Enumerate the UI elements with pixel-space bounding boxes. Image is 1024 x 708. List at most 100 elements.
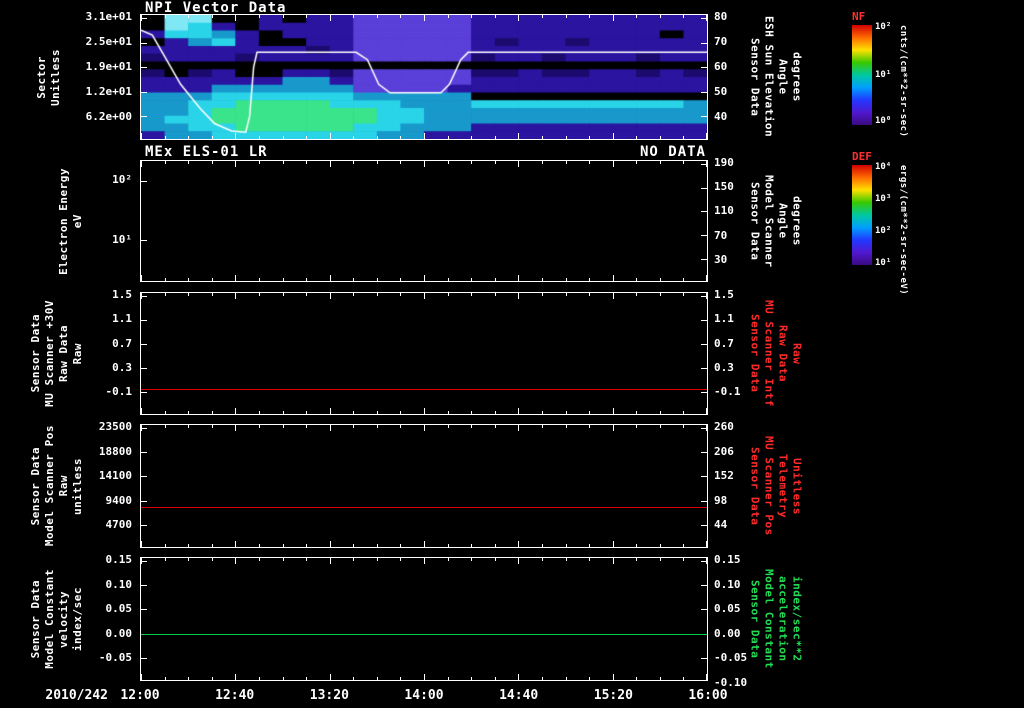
- tick-label: 0.05: [714, 602, 741, 616]
- tick-mark: [701, 319, 707, 321]
- tick-mark: [282, 15, 284, 18]
- tick-mark: [376, 425, 378, 428]
- panel5-right-axis-label: Sensor Data Model Constant acceleration …: [748, 569, 804, 669]
- tick-mark: [659, 293, 661, 296]
- tick-mark: [376, 411, 378, 414]
- tick-mark: [565, 558, 567, 561]
- tick-mark: [376, 136, 378, 139]
- tick-mark: [589, 425, 591, 428]
- tick-mark: [494, 293, 496, 296]
- tick-label: 18800: [98, 444, 132, 458]
- tick-label: 1.5: [112, 287, 132, 301]
- tick-mark: [329, 541, 331, 547]
- tick-mark: [701, 42, 707, 44]
- tick-mark: [141, 452, 147, 454]
- tick-mark: [471, 15, 473, 18]
- tick-mark: [188, 15, 190, 18]
- tick-label: 1.1: [714, 312, 734, 326]
- tick-label: -0.05: [714, 651, 748, 665]
- tick-mark: [494, 278, 496, 281]
- colorbar-tick-label: 10²: [875, 22, 892, 32]
- tick-mark: [400, 411, 402, 414]
- tick-mark: [541, 293, 543, 296]
- colorbar-tick-label: 10⁰: [875, 116, 892, 126]
- tick-mark: [353, 161, 355, 164]
- tick-mark: [471, 425, 473, 428]
- tick-mark: [353, 136, 355, 139]
- tick-mark: [636, 15, 638, 18]
- tick-mark: [211, 293, 213, 296]
- panel4-right-axis-label: Sensor Data MU Scanner Pos Telemetry Uni…: [748, 436, 804, 536]
- tick-mark: [612, 161, 614, 167]
- tick-mark: [141, 585, 147, 587]
- tick-mark: [235, 275, 237, 281]
- tick-mark: [211, 136, 213, 139]
- tick-label: 152: [714, 469, 734, 483]
- tick-mark: [659, 558, 661, 561]
- tick-label: 3.1e+01: [85, 10, 132, 24]
- tick-mark: [565, 15, 567, 18]
- tick-mark: [329, 293, 331, 299]
- tick-mark: [701, 91, 707, 93]
- tick-mark: [659, 677, 661, 680]
- tick-mark: [282, 278, 284, 281]
- tick-label: 1.1: [112, 312, 132, 326]
- colorbar-nf: NF 10² 10¹ 10⁰ cnts/(cm**2-sr-sec): [852, 10, 962, 137]
- tick-mark: [376, 161, 378, 164]
- tick-mark: [353, 411, 355, 414]
- tick-label: 70: [714, 34, 728, 48]
- tick-mark: [141, 558, 142, 564]
- colorbar-def: DEF 10⁴ 10³ 10² 10¹ ergs/(cm**2-sr-sec-eV): [852, 150, 962, 295]
- tick-mark: [376, 558, 378, 561]
- colorbar-tick-label: 10¹: [875, 258, 892, 268]
- tick-mark: [701, 657, 707, 659]
- tick-mark: [589, 293, 591, 296]
- tick-mark: [188, 161, 190, 164]
- tick-mark: [659, 278, 661, 281]
- tick-mark: [141, 275, 142, 281]
- colorbar-nf-unit-label: cnts/(cm**2-sr-sec): [898, 25, 908, 138]
- tick-mark: [518, 408, 520, 414]
- tick-mark: [141, 133, 142, 139]
- tick-label: 0.7: [112, 336, 132, 350]
- tick-mark: [141, 657, 147, 659]
- tick-mark: [211, 544, 213, 547]
- tick-mark: [400, 425, 402, 428]
- tick-label: 60: [714, 59, 728, 73]
- tick-mark: [353, 15, 355, 18]
- tick-mark: [141, 239, 147, 241]
- x-axis-time-label: 13:20: [309, 688, 349, 703]
- tick-mark: [141, 425, 142, 431]
- tick-label: 0.10: [714, 577, 741, 591]
- tick-mark: [211, 558, 213, 561]
- tick-mark: [424, 161, 425, 167]
- x-axis-time-label: 14:00: [404, 688, 444, 703]
- tick-mark: [701, 500, 707, 502]
- tick-mark: [447, 677, 449, 680]
- tick-mark: [258, 293, 260, 296]
- tick-mark: [659, 161, 661, 164]
- tick-mark: [636, 544, 638, 547]
- tick-mark: [282, 425, 284, 428]
- tick-mark: [376, 677, 378, 680]
- tick-mark: [235, 674, 237, 680]
- tick-mark: [376, 15, 378, 18]
- tick-mark: [565, 425, 567, 428]
- tick-mark: [471, 677, 473, 680]
- tick-mark: [701, 609, 707, 611]
- tick-mark: [329, 275, 331, 281]
- tick-mark: [258, 278, 260, 281]
- tick-mark: [141, 609, 147, 611]
- tick-mark: [612, 15, 614, 21]
- tick-mark: [541, 425, 543, 428]
- tick-mark: [235, 133, 237, 139]
- tick-mark: [683, 558, 685, 561]
- tick-mark: [164, 411, 166, 414]
- tick-mark: [447, 15, 449, 18]
- colorbar-tick-label: 10²: [875, 226, 892, 236]
- tick-mark: [683, 136, 685, 139]
- tick-mark: [235, 293, 237, 299]
- tick-label: 44: [714, 518, 728, 532]
- tick-mark: [471, 544, 473, 547]
- tick-mark: [701, 476, 707, 478]
